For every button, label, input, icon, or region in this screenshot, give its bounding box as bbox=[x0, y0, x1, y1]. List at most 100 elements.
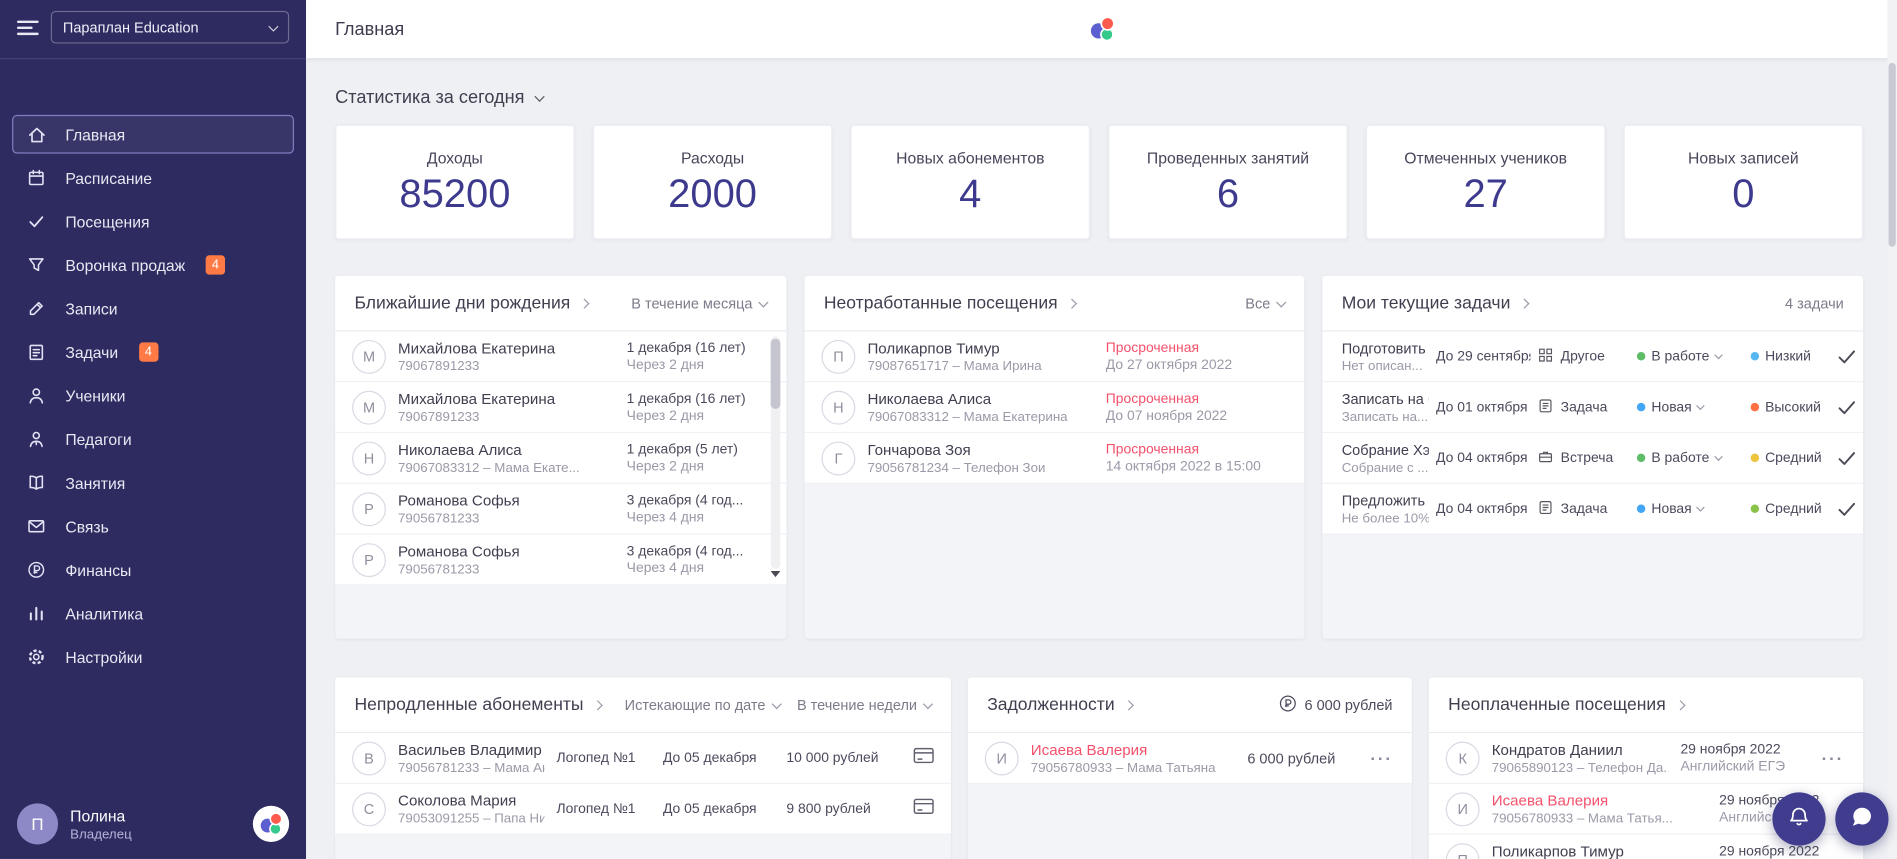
birthday-relative: Через 2 дня bbox=[626, 459, 705, 474]
birthday-date: 1 декабря (5 лет) bbox=[626, 442, 738, 457]
stat-card-new-records: Новых записей 0 bbox=[1623, 124, 1864, 240]
task-complete-button[interactable] bbox=[1838, 501, 1856, 516]
subscription-row[interactable]: С Соколова Мария 79053091255 – Папа Ни...… bbox=[335, 783, 951, 835]
debt-row[interactable]: И Исаева Валерия 79056780933 – Мама Татья… bbox=[967, 733, 1412, 784]
scrollbar-thumb[interactable] bbox=[770, 338, 781, 409]
stat-card-income: Доходы 85200 bbox=[335, 124, 575, 240]
client-phone: 79056781233 bbox=[398, 561, 480, 577]
sidebar-item-label: Педагоги bbox=[65, 430, 132, 449]
sidebar-item-analytics[interactable]: Аналитика bbox=[12, 594, 294, 633]
main-scrollbar[interactable] bbox=[1887, 0, 1897, 859]
scroll-down-arrow[interactable] bbox=[771, 571, 781, 583]
birthday-date: 1 декабря (16 лет) bbox=[626, 391, 746, 406]
user-avatar[interactable]: П bbox=[16, 803, 59, 845]
task-row[interactable]: Предложить с Не более 10% До 04 октября З… bbox=[1322, 483, 1864, 535]
unworked-visits-title-link[interactable]: Неотработанные посещения bbox=[824, 293, 1078, 313]
subscriptions-title-link[interactable]: Непродленные абонементы bbox=[354, 695, 604, 714]
task-status-dropdown[interactable]: В работе bbox=[1636, 451, 1743, 465]
panel-title: Мои текущие задачи bbox=[1341, 293, 1511, 313]
support-chat-button[interactable] bbox=[1835, 792, 1889, 846]
sidebar-item-lessons[interactable]: Занятия bbox=[12, 463, 294, 502]
task-row[interactable]: Записать на б Записать на... До 01 октябр… bbox=[1322, 382, 1864, 434]
school-selector[interactable]: Параплан Education bbox=[50, 10, 290, 44]
scrollbar-thumb[interactable] bbox=[1888, 62, 1896, 247]
tasks-title-link[interactable]: Мои текущие задачи bbox=[1341, 293, 1531, 313]
filter-label: Все bbox=[1245, 294, 1271, 312]
debts-total: 6 000 рублей bbox=[1304, 696, 1393, 714]
pencil-icon bbox=[25, 298, 47, 320]
subscription-until: До 05 декабря bbox=[662, 801, 757, 817]
birthday-row[interactable]: Р Романова Софья 79056781233 3 декабря (4… bbox=[335, 483, 787, 535]
payment-card-icon[interactable] bbox=[913, 747, 934, 769]
sidebar-item-records[interactable]: Записи bbox=[12, 289, 294, 328]
birthday-date: 1 декабря (16 лет) bbox=[626, 340, 746, 356]
task-complete-button[interactable] bbox=[1838, 349, 1856, 364]
payment-card-icon[interactable] bbox=[913, 798, 934, 820]
task-type-label: Другое bbox=[1560, 349, 1605, 364]
sidebar-item-teachers[interactable]: Педагоги bbox=[12, 420, 294, 459]
stat-value: 6 bbox=[1216, 169, 1240, 215]
task-due-date: До 04 октября bbox=[1436, 450, 1528, 466]
unpaid-visits-title-link[interactable]: Неоплаченные посещения bbox=[1448, 695, 1686, 714]
client-name: Михайлова Екатерина bbox=[398, 390, 556, 408]
notifications-button[interactable] bbox=[1772, 792, 1826, 846]
birthdays-scrollbar[interactable] bbox=[770, 336, 781, 569]
task-status-dropdown[interactable]: Новая bbox=[1636, 400, 1743, 414]
clipboard-icon bbox=[25, 341, 47, 363]
unpaid-visit-row[interactable]: К Кондратов Даниил 79065890123 – Телефон … bbox=[1428, 733, 1864, 784]
debts-title-link[interactable]: Задолженности bbox=[987, 695, 1135, 714]
sidebar-item-communication[interactable]: Связь bbox=[12, 507, 294, 546]
subscriptions-period-filter[interactable]: В течение недели bbox=[797, 696, 934, 713]
visit-course: Английский ЕГЭ bbox=[1680, 759, 1786, 774]
row-menu-button[interactable] bbox=[1820, 748, 1847, 767]
task-status-dropdown[interactable]: Новая bbox=[1636, 501, 1743, 516]
subscriptions-sort-filter[interactable]: Истекающие по дате bbox=[624, 696, 782, 714]
sidebar-item-home[interactable]: Главная bbox=[12, 114, 294, 154]
task-type-label: Задача bbox=[1560, 399, 1608, 415]
sidebar-item-students[interactable]: Ученики bbox=[12, 376, 294, 415]
task-row[interactable]: Собрание Хэл Собрание с ... До 04 октября… bbox=[1322, 433, 1864, 484]
user-name: Полина bbox=[70, 806, 126, 825]
birthday-row[interactable]: М Михайлова Екатерина 79067891233 1 декаб… bbox=[335, 382, 787, 434]
task-subtitle: Нет описан... bbox=[1341, 358, 1423, 374]
sidebar-item-finance[interactable]: Финансы bbox=[12, 550, 294, 589]
chevron-down-icon bbox=[771, 698, 782, 709]
task-row[interactable]: Подготовить к Нет описан... До 29 сентябр… bbox=[1322, 331, 1864, 383]
sidebar-item-tasks[interactable]: Задачи 4 bbox=[12, 333, 294, 372]
client-phone: 79053091255 – Папа Ни... bbox=[398, 811, 545, 826]
row-menu-button[interactable] bbox=[1368, 748, 1395, 767]
sidebar-top: Параплан Education bbox=[0, 0, 307, 60]
menu-toggle-icon[interactable] bbox=[16, 19, 39, 35]
debt-amount: 6 000 рублей bbox=[1247, 749, 1336, 767]
subscription-price: 9 800 рублей bbox=[786, 801, 871, 817]
stats-period-selector[interactable]: Статистика за сегодня bbox=[335, 87, 545, 108]
chevron-down-icon bbox=[1714, 452, 1723, 461]
task-status-dropdown[interactable]: В работе bbox=[1636, 349, 1743, 364]
birthdays-panel: Ближайшие дни рождения В течение месяца … bbox=[335, 275, 787, 639]
user-meta: Полина Владелец bbox=[70, 806, 132, 841]
dashboard-content: Статистика за сегодня Доходы 85200 Расхо… bbox=[306, 58, 1897, 859]
unworked-visit-row[interactable]: Г Гончарова Зоя 79056781234 – Телефон Зои… bbox=[804, 433, 1305, 484]
sidebar-item-attendance[interactable]: Посещения bbox=[12, 202, 294, 241]
sidebar-nav: Главная Расписание Посещения Воронка про… bbox=[0, 114, 306, 677]
birthday-row[interactable]: М Михайлова Екатерина 79067891233 1 декаб… bbox=[335, 331, 787, 383]
filter-label: Истекающие по дате bbox=[624, 696, 766, 714]
unworked-visit-row[interactable]: Н Николаева Алиса 79067083312 – Мама Екат… bbox=[804, 382, 1305, 434]
stat-label: Новых записей bbox=[1688, 148, 1799, 167]
unworked-visit-row[interactable]: П Поликарпов Тимур 79087651717 – Мама Ири… bbox=[804, 331, 1305, 383]
birthdays-title-link[interactable]: Ближайшие дни рождения bbox=[354, 293, 590, 313]
birthday-row[interactable]: Н Николаева Алиса 79067083312 – Мама Екат… bbox=[335, 433, 787, 484]
task-complete-button[interactable] bbox=[1838, 400, 1856, 415]
birthdays-period-filter[interactable]: В течение месяца bbox=[631, 295, 769, 312]
sidebar-item-schedule[interactable]: Расписание bbox=[12, 158, 294, 197]
stat-value: 2000 bbox=[668, 169, 757, 215]
task-complete-button[interactable] bbox=[1838, 451, 1856, 466]
sidebar-item-settings[interactable]: Настройки bbox=[12, 638, 294, 677]
task-subtitle: Собрание с ... bbox=[1341, 460, 1429, 475]
visits-filter[interactable]: Все bbox=[1245, 294, 1287, 312]
sidebar-item-sales-funnel[interactable]: Воронка продаж 4 bbox=[12, 246, 294, 285]
subscription-row[interactable]: В Васильев Владимир 79056781233 – Мама Ан… bbox=[335, 733, 951, 784]
birthday-row[interactable]: Р Романова Софья 79056781233 3 декабря (4… bbox=[335, 534, 787, 586]
task-subtitle: Записать на... bbox=[1341, 409, 1429, 425]
app-root: Параплан Education Главная Расписание По… bbox=[0, 0, 1897, 859]
